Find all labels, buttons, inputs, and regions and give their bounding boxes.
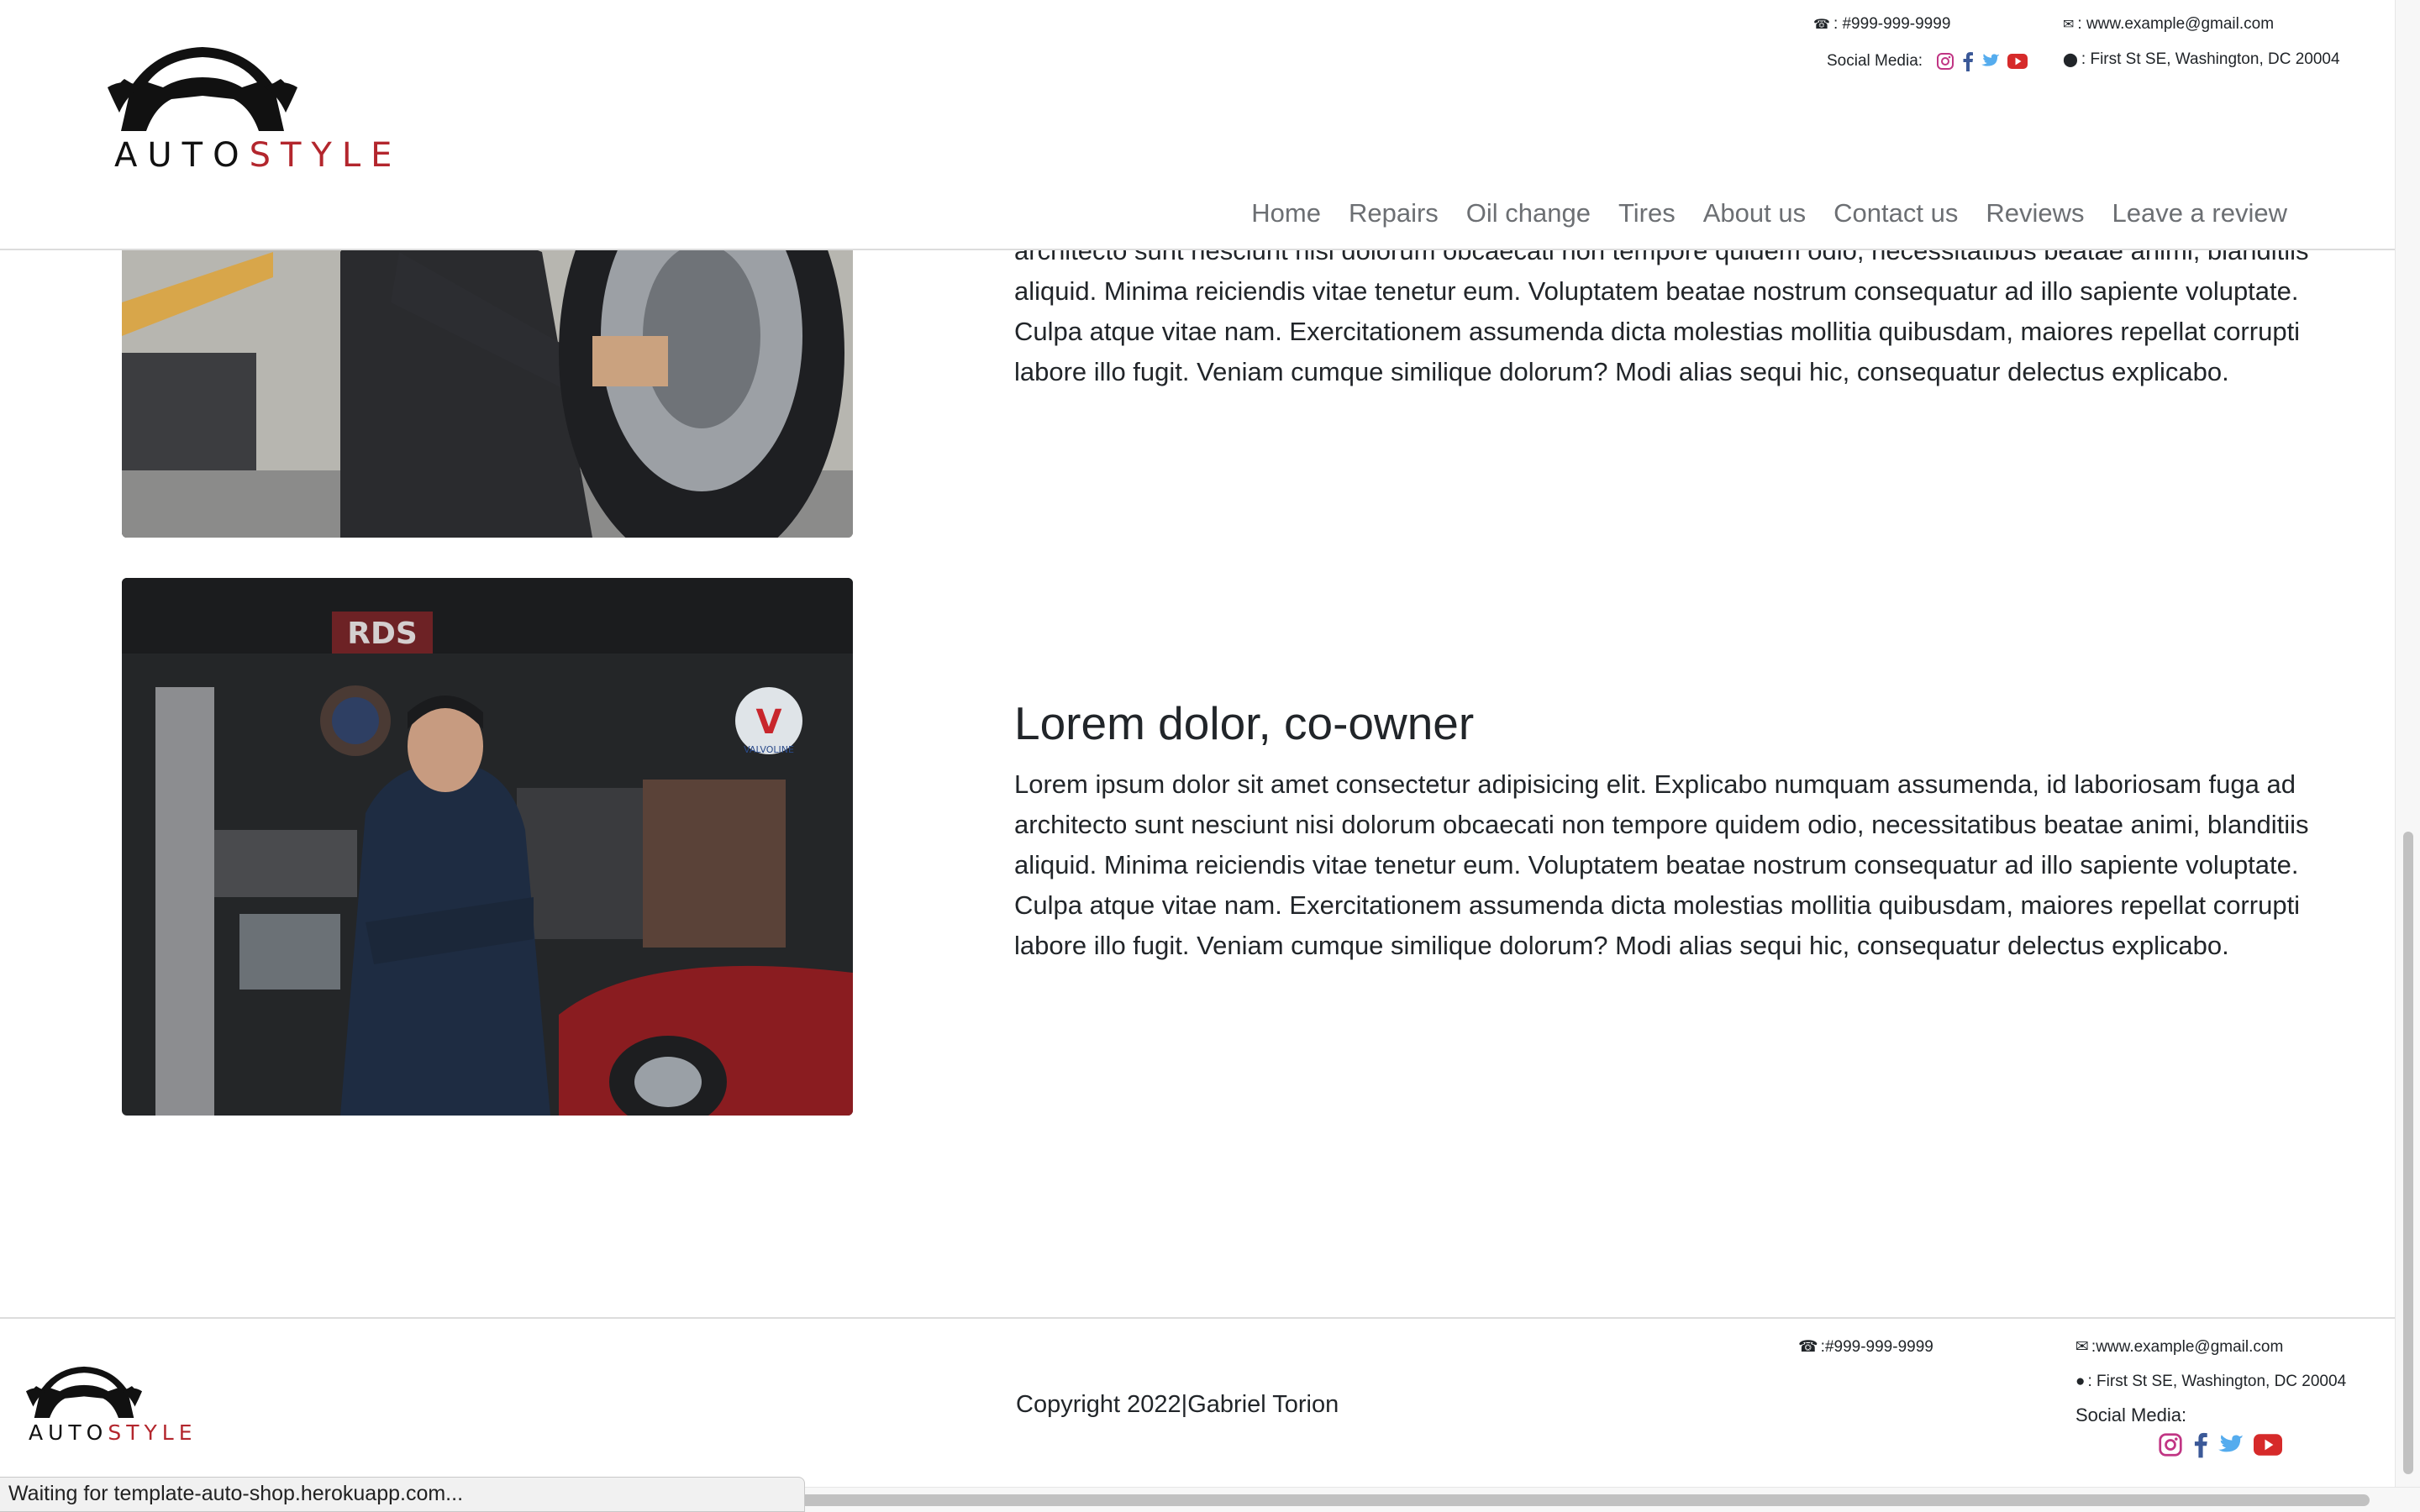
logo-wordmark: AUTOSTYLE — [114, 136, 402, 175]
site-logo[interactable]: AUTOSTYLE — [108, 40, 402, 175]
youtube-icon[interactable] — [2007, 54, 2028, 69]
nav-home[interactable]: Home — [1251, 198, 1321, 228]
header-social: Social Media: — [1827, 51, 2028, 71]
location-pin-icon: ● — [2075, 1373, 2086, 1390]
location-pin-icon: ⬤ — [2063, 53, 2078, 67]
nav-leave-a-review[interactable]: Leave a review — [2112, 198, 2287, 228]
social-media-label: Social Media: — [1827, 52, 1923, 70]
footer-social — [2158, 1431, 2282, 1458]
team-text-2: Lorem dolor, co-owner Lorem ipsum dolor … — [1014, 696, 2359, 966]
team-bio-2: Lorem ipsum dolor sit amet consectetur a… — [1014, 769, 2309, 960]
car-silhouette-icon — [108, 47, 297, 131]
browser-status-bar: Waiting for template-auto-shop.herokuapp… — [0, 1477, 805, 1512]
co-owner-title: Lorem dolor, co-owner — [1014, 697, 1475, 749]
footer-logo[interactable]: AUTOSTYLE — [25, 1362, 197, 1445]
phone-icon: ☎ — [1798, 1338, 1818, 1356]
co-owner-photo: RDS V VALVOLINE — [122, 578, 853, 1116]
nav-contact-us[interactable]: Contact us — [1833, 198, 1958, 228]
valvoline-sign-word: VALVOLINE — [744, 744, 794, 755]
instagram-icon[interactable] — [1936, 52, 1954, 71]
nav-tires[interactable]: Tires — [1618, 198, 1676, 228]
facebook-icon[interactable] — [1962, 51, 1974, 71]
site-header: AUTOSTYLE ☎ : #999-999-9999 ✉ : www.exam… — [0, 0, 2395, 250]
envelope-icon: ✉ — [2063, 18, 2075, 32]
instagram-icon[interactable] — [2158, 1432, 2183, 1457]
car-silhouette-icon — [25, 1366, 143, 1418]
header-email: ✉ : www.example@gmail.com — [2063, 15, 2275, 33]
footer-phone: ☎ :#999-999-9999 — [1798, 1337, 1933, 1357]
team-bio-1: architecto sunt nesciunt nisi dolorum ob… — [1014, 236, 2309, 386]
phone-icon: ☎ — [1813, 18, 1830, 32]
footer-social-label: Social Media: — [2075, 1404, 2187, 1425]
footer-address: ● : First St SE, Washington, DC 20004 — [2075, 1373, 2347, 1390]
header-address: ⬤ : First St SE, Washington, DC 20004 — [2063, 50, 2340, 68]
nav-about-us[interactable]: About us — [1703, 198, 1806, 228]
envelope-icon: ✉ — [2075, 1338, 2089, 1356]
facebook-icon[interactable] — [2193, 1431, 2208, 1458]
nav-oil-change[interactable]: Oil change — [1466, 198, 1591, 228]
nav-reviews[interactable]: Reviews — [1986, 198, 2084, 228]
vertical-scrollbar[interactable] — [2395, 0, 2420, 1487]
copyright-text: Copyright 2022|Gabriel Torion — [1016, 1391, 1339, 1418]
header-phone: ☎ : #999-999-9999 — [1813, 15, 1951, 33]
team-section-2: RDS V VALVOLINE Lorem dolor, co-owner Lo… — [0, 578, 2395, 1116]
nav-repairs[interactable]: Repairs — [1349, 198, 1439, 228]
footer-email: ✉ :www.example@gmail.com — [2075, 1337, 2284, 1357]
rds-sign-text: RDS — [347, 617, 418, 651]
valvoline-sign-letter: V — [756, 703, 782, 742]
footer-logo-wordmark: AUTOSTYLE — [29, 1420, 197, 1445]
vertical-scrollbar-thumb[interactable] — [2403, 832, 2413, 1474]
main-nav: Home Repairs Oil change Tires About us C… — [1251, 198, 2287, 228]
twitter-icon[interactable] — [1981, 54, 2000, 69]
site-footer: AUTOSTYLE Copyright 2022|Gabriel Torion … — [0, 1317, 2395, 1485]
twitter-icon[interactable] — [2218, 1434, 2244, 1456]
team-text-1: architecto sunt nesciunt nisi dolorum ob… — [1014, 231, 2359, 392]
youtube-icon[interactable] — [2254, 1434, 2282, 1456]
